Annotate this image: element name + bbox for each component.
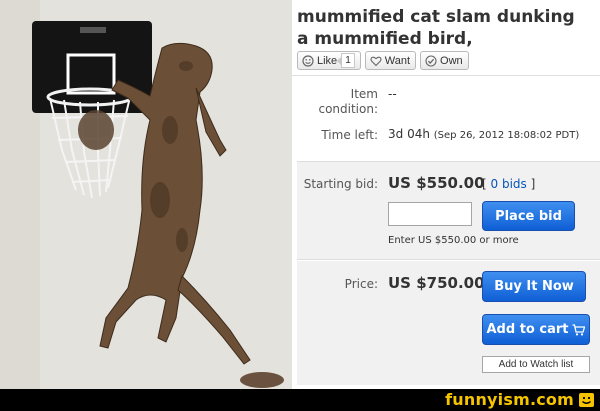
buy-it-now-button[interactable]: Buy It Now [482, 271, 586, 302]
add-to-watch-list-button[interactable]: Add to Watch list [482, 356, 590, 373]
bids-close: ] [530, 177, 536, 191]
smiley-icon [302, 54, 314, 67]
listing-title: mummified cat slam dunking a mummified b… [297, 6, 597, 50]
bid-amount-input[interactable] [388, 202, 472, 226]
like-button[interactable]: Like 1 [297, 51, 361, 70]
add-to-cart-button[interactable]: Add to cart [482, 314, 590, 345]
add-to-cart-label: Add to cart [486, 322, 569, 337]
like-count: 1 [337, 53, 355, 68]
time-left-label: Time left: [321, 128, 378, 142]
bids-link[interactable]: 0 bids [491, 177, 527, 191]
social-actions: Like 1 Want Own [297, 51, 473, 70]
time-left-end: (Sep 26, 2012 18:08:02 PDT) [433, 130, 580, 141]
title-line-2: a mummified bird, [297, 29, 473, 49]
checkmark-icon [425, 54, 437, 67]
condition-value: -- [388, 87, 397, 101]
like-label: Like [317, 54, 338, 67]
smiley-logo-icon [579, 393, 594, 407]
title-line-1: mummified cat slam dunking [297, 7, 575, 27]
condition-label-line-1: Item [350, 87, 378, 101]
place-bid-button[interactable]: Place bid [482, 201, 575, 231]
want-label: Want [384, 54, 411, 67]
cart-icon [572, 323, 586, 336]
bid-count: [ 0 bids ] [482, 177, 535, 191]
condition-label-line-2: condition: [318, 102, 378, 116]
own-button[interactable]: Own [420, 51, 469, 70]
brand-logo-text: funnyism.com [445, 390, 574, 409]
footer-bar: funnyism.com [0, 389, 600, 411]
divider [292, 75, 600, 76]
starting-bid-label: Starting bid: [303, 177, 378, 191]
heart-icon [370, 55, 382, 67]
bids-open: [ [482, 177, 487, 191]
want-button[interactable]: Want [364, 51, 417, 70]
time-left-value: 3d 04h [388, 127, 430, 141]
listing-photo[interactable] [0, 0, 292, 389]
condition-label: Item condition: [318, 87, 378, 117]
price-value: US $750.00 [388, 274, 485, 292]
time-left: 3d 04h (Sep 26, 2012 18:08:02 PDT) [388, 127, 579, 141]
photo-illustration [0, 0, 292, 389]
own-label: Own [440, 54, 463, 67]
price-label: Price: [344, 277, 378, 291]
starting-bid-value: US $550.00 [388, 174, 485, 192]
bid-hint: Enter US $550.00 or more [388, 235, 519, 246]
